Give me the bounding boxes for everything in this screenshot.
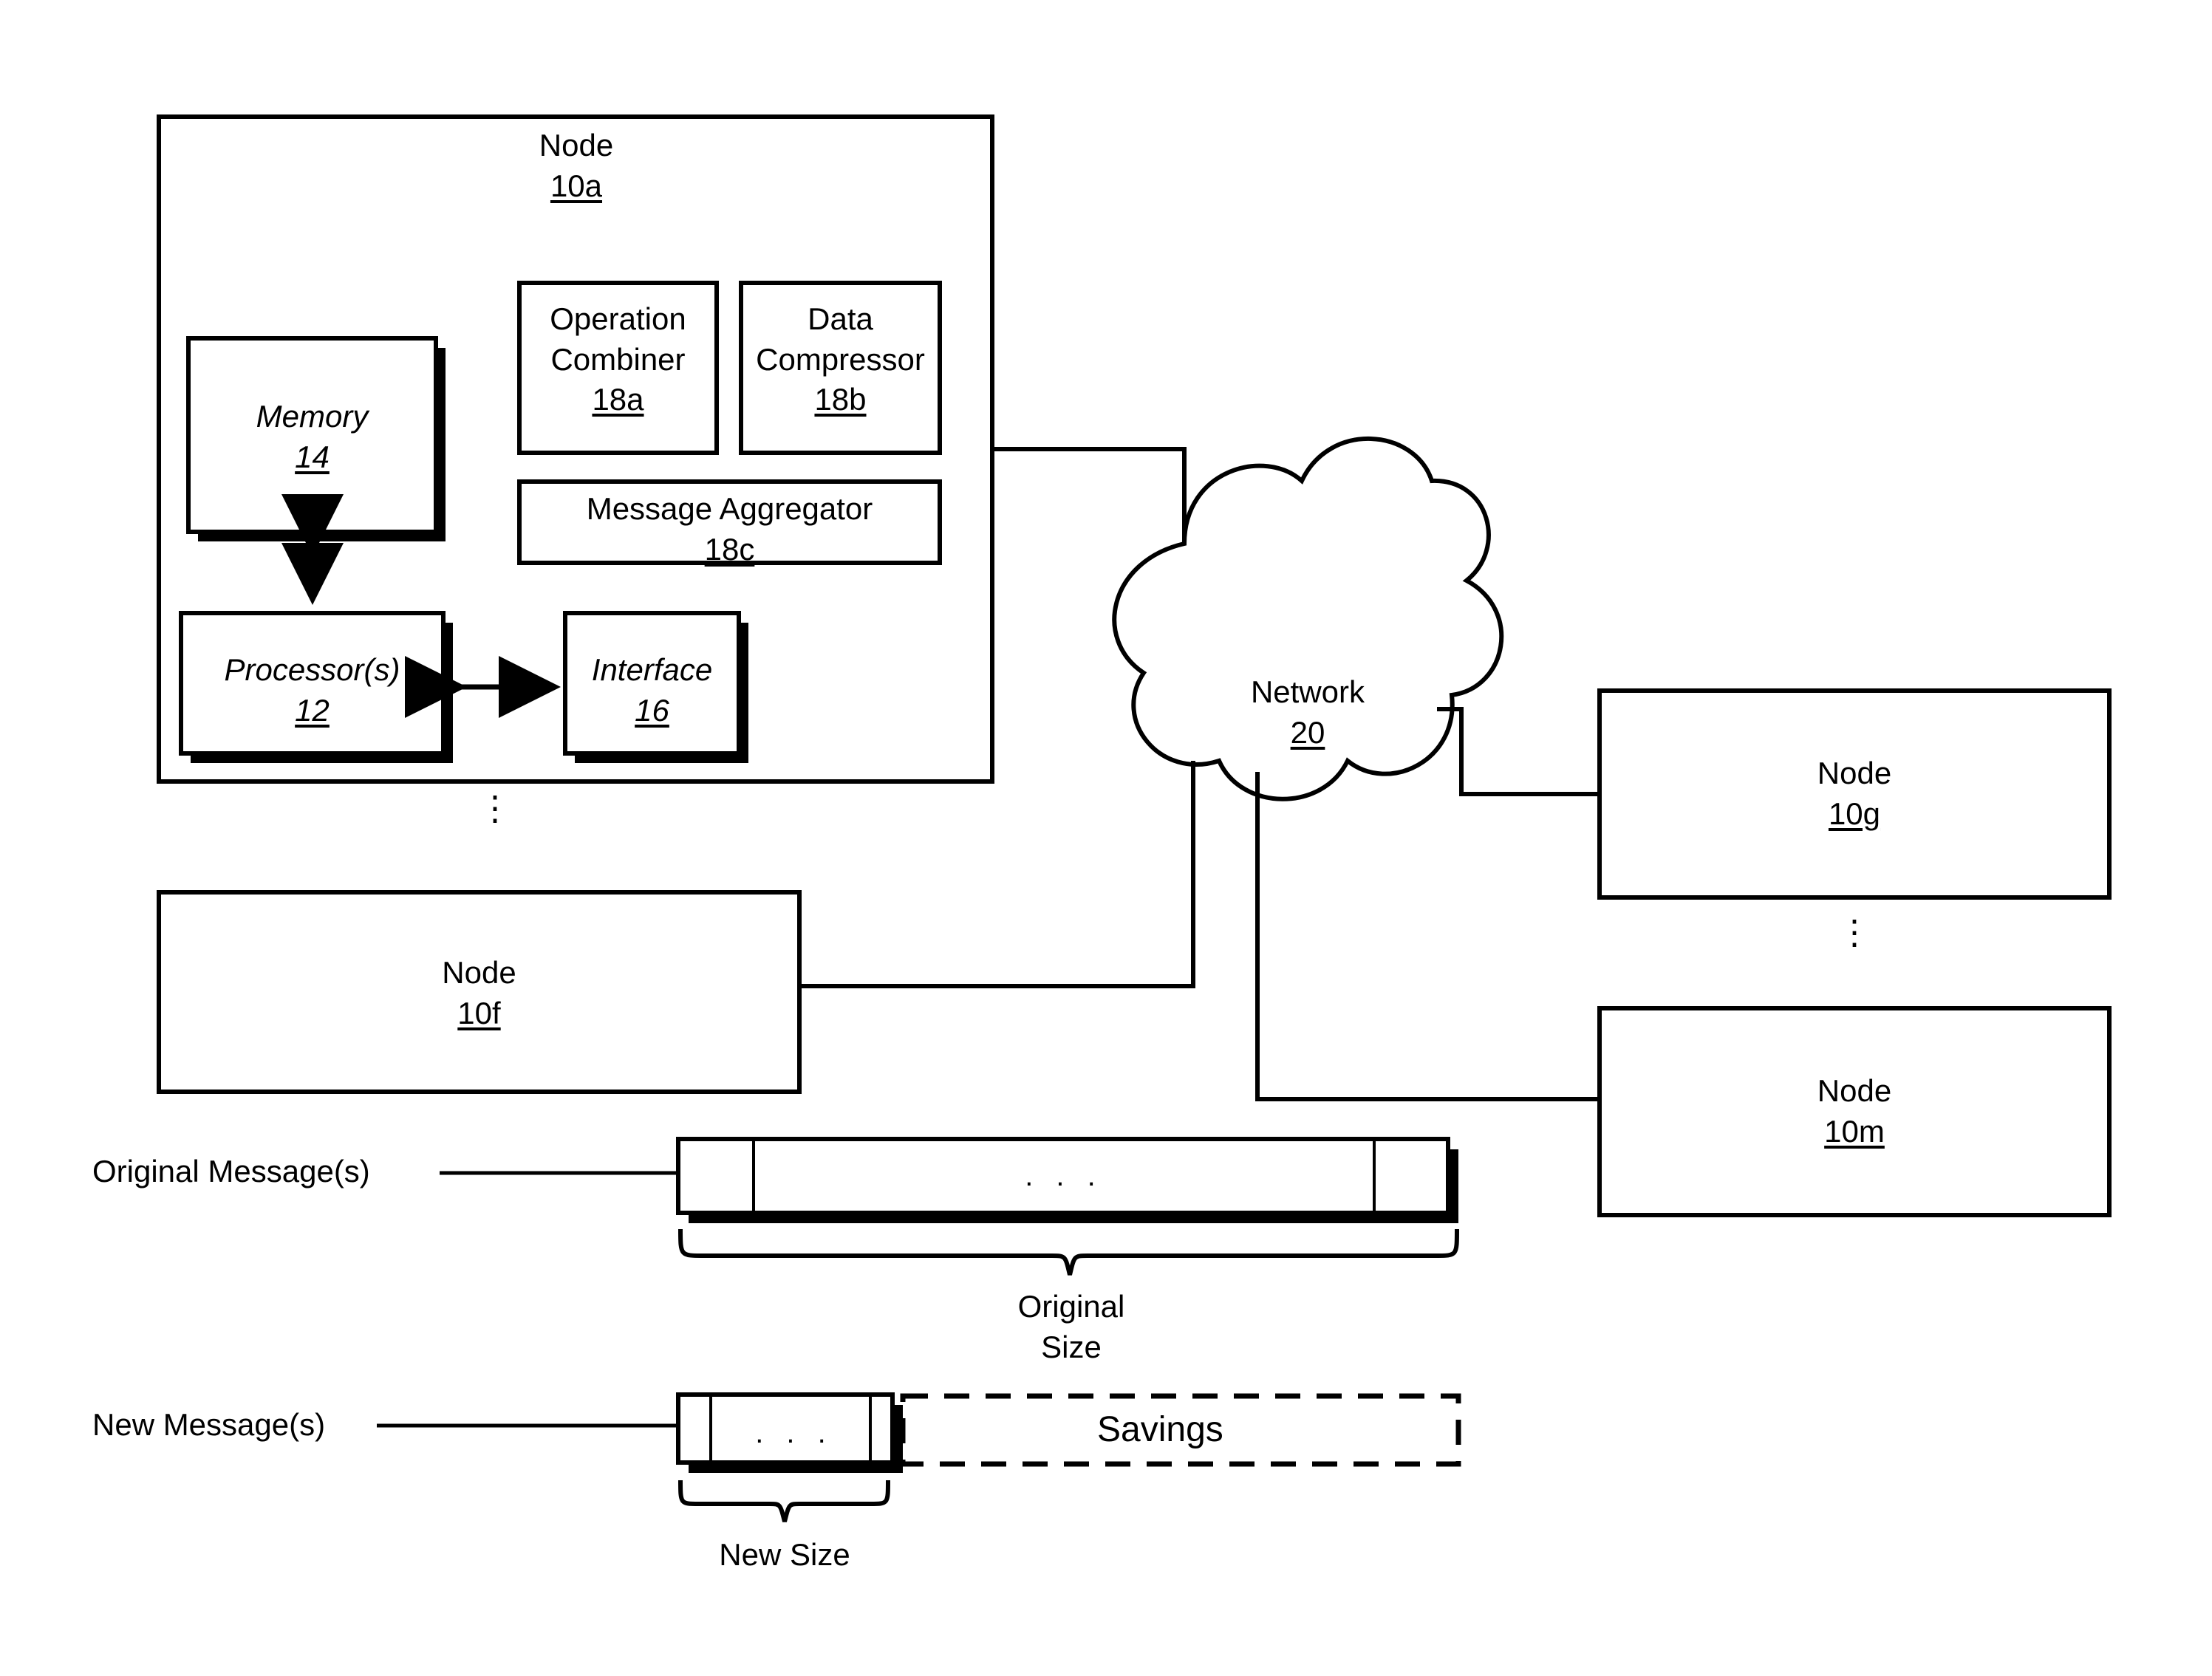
node-10g-label: Node 10g — [1600, 753, 2109, 834]
vertical-ellipsis-right-icon: ⋮ — [1837, 913, 1871, 951]
new-message-ellipsis: . . . — [755, 1417, 833, 1449]
network-label: Network 20 — [1153, 672, 1463, 753]
interface-label: Interface 16 — [565, 650, 739, 731]
original-size-brace — [678, 1228, 1459, 1276]
vertical-ellipsis-left-icon: ⋮ — [478, 789, 512, 827]
processor-ref: 12 — [295, 692, 330, 728]
processor-title: Processor(s) — [224, 652, 400, 687]
memory-title: Memory — [256, 399, 369, 434]
node-10f-label: Node 10f — [159, 953, 799, 1033]
original-size-line1: Original — [1017, 1289, 1125, 1324]
operation-combiner-line1: Operation — [550, 301, 686, 336]
operation-combiner-line2: Combiner — [550, 341, 686, 377]
figure-canvas: Node 10a Memory 14 Processor(s) 12 Inter… — [0, 0, 2212, 1676]
memory-label: Memory 14 — [188, 397, 436, 477]
link-network-node10m — [1255, 772, 1600, 1101]
original-size-label: Original Size — [953, 1287, 1189, 1367]
original-message-ellipsis: . . . — [1025, 1160, 1103, 1192]
new-size-label: New Size — [666, 1535, 903, 1576]
node-10f-title: Node — [442, 955, 516, 990]
node-10g-title: Node — [1817, 756, 1892, 790]
message-aggregator-ref: 18c — [704, 531, 755, 567]
node-10m-title: Node — [1817, 1073, 1892, 1108]
processor-label: Processor(s) 12 — [181, 650, 443, 731]
operation-combiner-ref: 18a — [592, 382, 644, 417]
node-10f-ref: 10f — [457, 995, 501, 1030]
operation-combiner-label: Operation Combiner 18a — [519, 299, 717, 420]
new-size-brace — [678, 1480, 890, 1522]
savings-label: Savings — [1097, 1410, 1223, 1449]
link-node10a-network — [992, 447, 1187, 544]
data-compressor-ref: 18b — [814, 382, 867, 417]
data-compressor-line1: Data — [808, 301, 873, 336]
message-aggregator-line1: Message Aggregator — [586, 491, 873, 526]
data-compressor-label: Data Compressor 18b — [741, 299, 940, 420]
node-10m-ref: 10m — [1824, 1113, 1885, 1149]
original-message-label: Original Message(s) — [92, 1154, 370, 1188]
memory-ref: 14 — [295, 439, 330, 474]
interface-ref: 16 — [635, 692, 669, 728]
data-compressor-line2: Compressor — [756, 341, 925, 377]
node-10a-ref: 10a — [550, 168, 603, 203]
network-ref: 20 — [1290, 714, 1325, 750]
new-size-text: New Size — [719, 1537, 850, 1572]
message-aggregator-label: Message Aggregator 18c — [519, 489, 940, 570]
node-10a-title: Node 10a — [454, 126, 698, 206]
new-message-label: New Message(s) — [92, 1407, 326, 1442]
interface-title: Interface — [591, 652, 713, 687]
node-10m-label: Node 10m — [1600, 1071, 2109, 1152]
link-network-node10f — [799, 761, 1195, 988]
original-size-line2: Size — [1041, 1329, 1102, 1364]
node-10a-title-text: Node — [539, 128, 614, 163]
network-title: Network — [1250, 674, 1365, 709]
node-10g-ref: 10g — [1828, 796, 1881, 831]
